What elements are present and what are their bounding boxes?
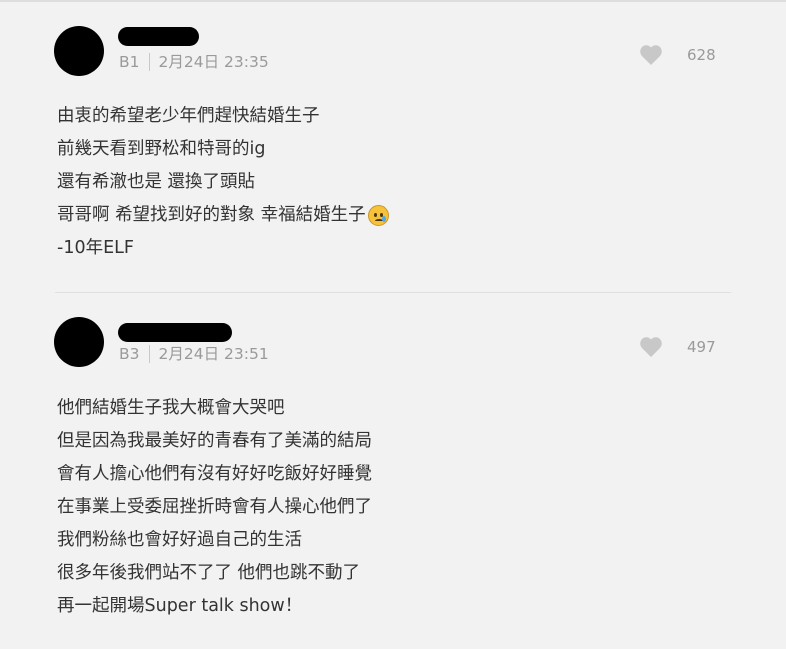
comment-line: 他們結婚生子我大概會大哭吧 xyxy=(57,398,285,418)
like-count: 628 xyxy=(687,46,716,64)
avatar[interactable] xyxy=(54,26,104,76)
comment-line: 哥哥啊 希望找到好的對象 幸福結婚生子 xyxy=(57,205,366,225)
comment-line: -10年ELF xyxy=(57,238,134,258)
comment-line: 還有希澈也是 還換了頭貼 xyxy=(57,172,256,192)
comment-body: 由衷的希望老少年們趕快結婚生子 前幾天看到野松和特哥的ig 還有希澈也是 還換了… xyxy=(57,100,389,265)
redacted-username xyxy=(118,323,232,342)
avatar[interactable] xyxy=(54,317,104,367)
comment-divider xyxy=(55,292,731,293)
comment-line: 再一起開場Super talk show！ xyxy=(57,596,303,616)
crying-face-emoji xyxy=(367,205,389,226)
meta-separator xyxy=(148,345,150,363)
floor-number: B3 xyxy=(119,345,140,363)
comment-line: 由衷的希望老少年們趕快結婚生子 xyxy=(57,106,320,126)
meta-separator xyxy=(148,53,150,71)
comment-datetime: 2月24日 23:51 xyxy=(158,345,269,363)
heart-icon[interactable] xyxy=(639,44,663,66)
comment-meta: B3 2月24日 23:51 xyxy=(119,343,269,365)
comment-meta: B1 2月24日 23:35 xyxy=(119,51,269,73)
comment-line: 在事業上受委屈挫折時會有人操心他們了 xyxy=(57,497,372,517)
comment-line: 會有人擔心他們有沒有好好吃飯好好睡覺 xyxy=(57,464,372,484)
comment-line: 前幾天看到野松和特哥的ig xyxy=(57,139,266,159)
comment-line: 我們粉絲也會好好過自己的生活 xyxy=(57,530,302,550)
comment-datetime: 2月24日 23:35 xyxy=(158,53,269,71)
floor-number: B1 xyxy=(119,53,140,71)
like-count: 497 xyxy=(687,338,716,356)
comment-body: 他們結婚生子我大概會大哭吧 但是因為我最美好的青春有了美滿的結局 會有人擔心他們… xyxy=(57,392,372,623)
comment-line-with-emoji: 哥哥啊 希望找到好的對象 幸福結婚生子 xyxy=(57,199,389,232)
redacted-username xyxy=(118,27,199,46)
comment-line: 但是因為我最美好的青春有了美滿的結局 xyxy=(57,431,372,451)
top-divider xyxy=(0,0,786,2)
comment-line: 很多年後我們站不了了 他們也跳不動了 xyxy=(57,563,361,583)
heart-icon[interactable] xyxy=(639,336,663,358)
